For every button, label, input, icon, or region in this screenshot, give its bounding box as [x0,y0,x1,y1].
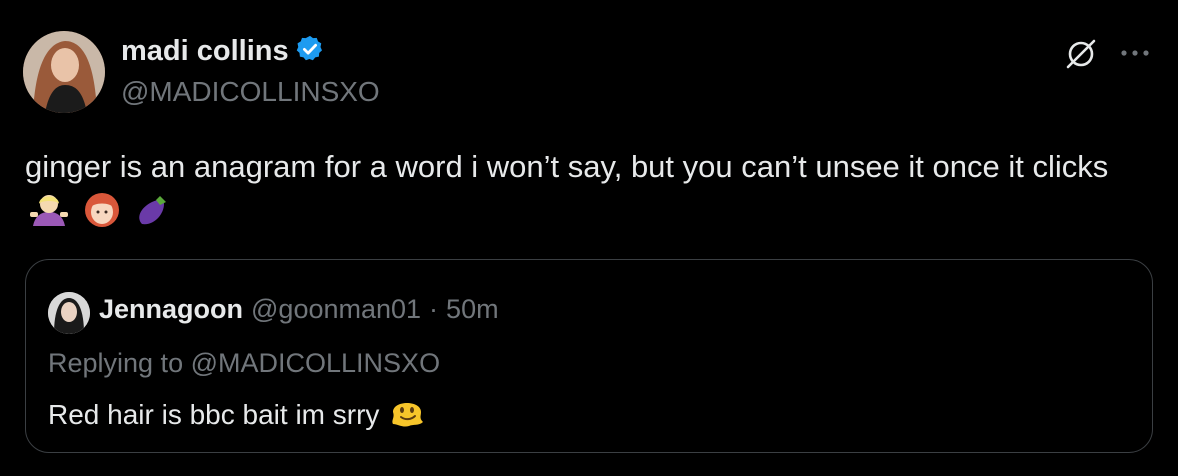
separator-dot: · [429,294,439,324]
author-avatar[interactable] [23,31,105,113]
quoted-body: Red hair is bbc bait im srry [48,398,380,430]
quoted-tweet-card[interactable]: Jennagoon @goonman01 · 50m Replying to @… [25,259,1153,453]
replying-handle[interactable]: @MADICOLLINSXO [191,348,440,378]
author-handle[interactable]: @MADICOLLINSXO [121,76,380,108]
quoted-text: Red hair is bbc bait im srry [48,394,425,435]
author-display-name[interactable]: madi collins [121,35,289,68]
quoted-display-name[interactable]: Jennagoon [99,294,243,325]
quoted-timestamp[interactable]: 50m [446,294,499,325]
quoted-avatar[interactable] [48,292,90,334]
eggplant-emoji [134,190,174,241]
replying-prefix: Replying to [48,348,184,378]
tweet-body: ginger is an anagram for a word i won’t … [25,149,1109,184]
quoted-handle[interactable]: @goonman01 [251,294,421,325]
verified-badge-icon [295,34,325,69]
more-icon[interactable] [1120,49,1150,57]
melting-face-emoji [389,394,425,435]
red-haired-woman-emoji [82,190,122,241]
replying-to-line: Replying to @MADICOLLINSXO [48,348,440,379]
grok-icon[interactable] [1064,36,1098,70]
person-shrugging-emoji [29,190,69,241]
tweet-text: ginger is an anagram for a word i won’t … [25,144,1155,241]
